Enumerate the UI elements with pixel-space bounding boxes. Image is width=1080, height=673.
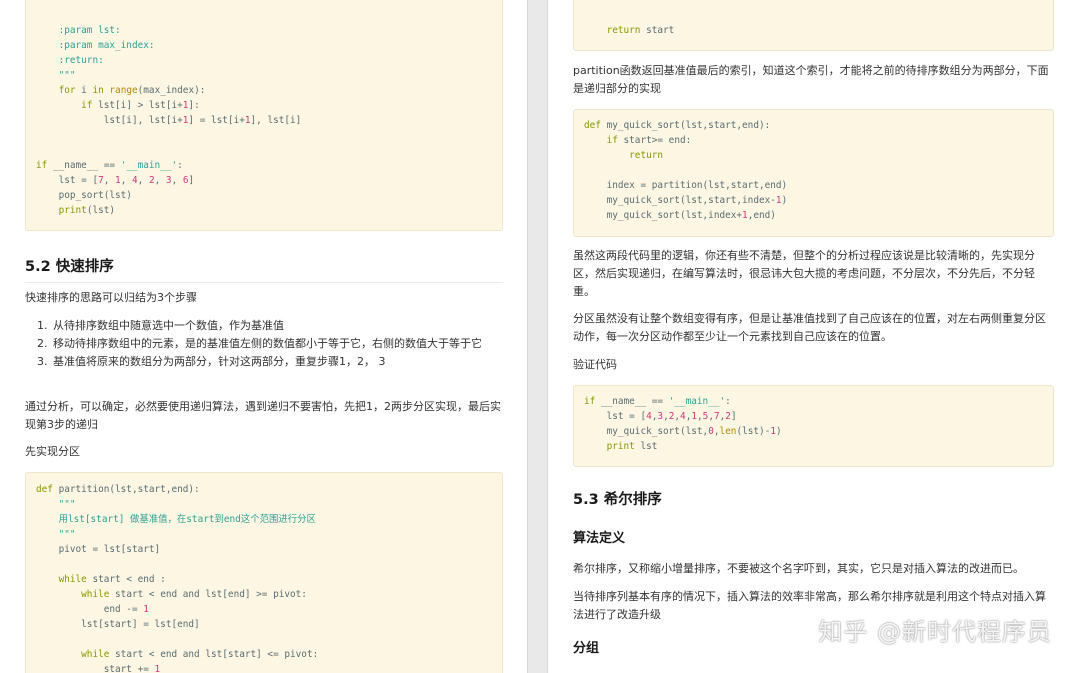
analysis-paragraph-right: 虽然这两段代码里的逻辑，你还有些不清楚，但整个的分析过程应该说是比较清晰的，先实… [573, 249, 1035, 298]
partition-return-paragraph: partition函数返回基准值最后的索引，知道这个索引，才能将之前的待排序数组… [573, 64, 1049, 95]
code-line: """ [36, 529, 76, 540]
code-line: lst[start] = lst[end] [36, 619, 200, 630]
code-line: start += 1 [36, 664, 161, 673]
code-block-return: return start [573, 0, 1054, 51]
code-line: end -= 1 [36, 604, 149, 615]
step-item: 基准值将原来的数组分为两部分，针对这两部分，重复步骤1，2， 3 [51, 353, 503, 371]
code-line: pop_sort(lst) [36, 190, 132, 201]
shell-sort-definition: 希尔排序，又称缩小增量排序，不要被这个名字吓到，其实，它只是对插入算法的改进而已… [573, 562, 1024, 575]
code-line: """ [36, 70, 76, 81]
verify-code-label: 验证代码 [573, 358, 617, 371]
code-line: return [629, 150, 664, 161]
partition-intro: 先实现分区 [25, 445, 80, 458]
code-line: 用lst[start] 做基准值，在start到end这个范围进行分区 [36, 514, 316, 525]
code-line: index = partition(lst,start,end) [584, 180, 788, 191]
quick-sort-steps: 从待排序数组中随意选中一个数值，作为基准值 移动待排序数组中的元素，是的基准值左… [25, 317, 503, 371]
watermark-text: 知乎 @新时代程序员 [818, 618, 1052, 646]
code-block-pop-sort: :param lst: :param max_index: :return: "… [25, 0, 503, 231]
quick-sort-intro: 快速排序的思路可以归结为3个步骤 [25, 291, 197, 304]
right-page: return start partition函数返回基准值最后的索引，知道这个索… [547, 0, 1080, 673]
code-line: :param lst: [36, 25, 121, 36]
section-heading-shell-sort: 5.3 希尔排序 [573, 492, 662, 508]
analysis-paragraph: 通过分析，可以确定，必然要使用递归算法，遇到递归不要害怕，先把1，2两步分区实现… [25, 400, 501, 431]
code-line: my_quick_sort(lst,index+1,end) [584, 210, 776, 221]
code-line: lst[i], lst[i+1] = lst[i+1], lst[i] [36, 115, 302, 126]
code-line: my_quick_sort(lst,0,len(lst)-1) [584, 426, 782, 437]
code-block-partition: def partition(lst,start,end): """ 用lst[s… [25, 472, 503, 673]
code-line: lst = [7, 1, 4, 2, 3, 6] [36, 175, 195, 186]
code-line: for i in range(max_index): [58, 85, 206, 96]
code-line: if start>= end: [606, 135, 692, 146]
code-line: while start < end and lst[start] <= pivo… [81, 649, 319, 660]
code-line: my_quick_sort(lst,start,index-1) [584, 195, 788, 206]
code-line: :param max_index: [36, 40, 155, 51]
code-line: while start < end and lst[end] >= pivot: [81, 589, 307, 600]
code-line: print(lst) [58, 205, 116, 216]
code-block-my-quick-sort: def my_quick_sort(lst,start,end): if sta… [573, 109, 1054, 237]
step-item: 移动待排序数组中的元素，是的基准值左侧的数值都小于等于它，右侧的数值大于等于它 [51, 335, 503, 353]
code-line: def partition(lst,start,end): [36, 484, 200, 495]
code-line: """ [36, 499, 76, 510]
subheading-algorithm-definition: 算法定义 [573, 531, 626, 546]
code-block-main: if __name__ == '__main__': lst = [4,3,2,… [573, 385, 1054, 467]
partition-explain-paragraph: 分区虽然没有让整个数组变得有序，但是让基准值找到了自己应该在的位置，对左右两侧重… [573, 312, 1046, 343]
code-line: return start [606, 25, 675, 36]
code-line: while start < end : [58, 574, 166, 585]
code-line: if __name__ == '__main__': [584, 396, 731, 407]
code-line: :return: [36, 55, 104, 66]
code-line: print lst [606, 441, 658, 452]
code-line: pivot = lst[start] [36, 544, 161, 555]
code-line: def my_quick_sort(lst,start,end): [584, 120, 771, 131]
step-item: 从待排序数组中随意选中一个数值，作为基准值 [51, 317, 503, 335]
code-line: if __name__ == '__main__': [36, 160, 183, 171]
left-page: :param lst: :param max_index: :return: "… [0, 0, 528, 673]
code-line: lst = [4,3,2,4,1,5,7,2] [584, 411, 737, 422]
code-line: if lst[i] > lst[i+1]: [81, 100, 200, 111]
section-heading-quick-sort: 5.2 快速排序 [25, 255, 503, 283]
